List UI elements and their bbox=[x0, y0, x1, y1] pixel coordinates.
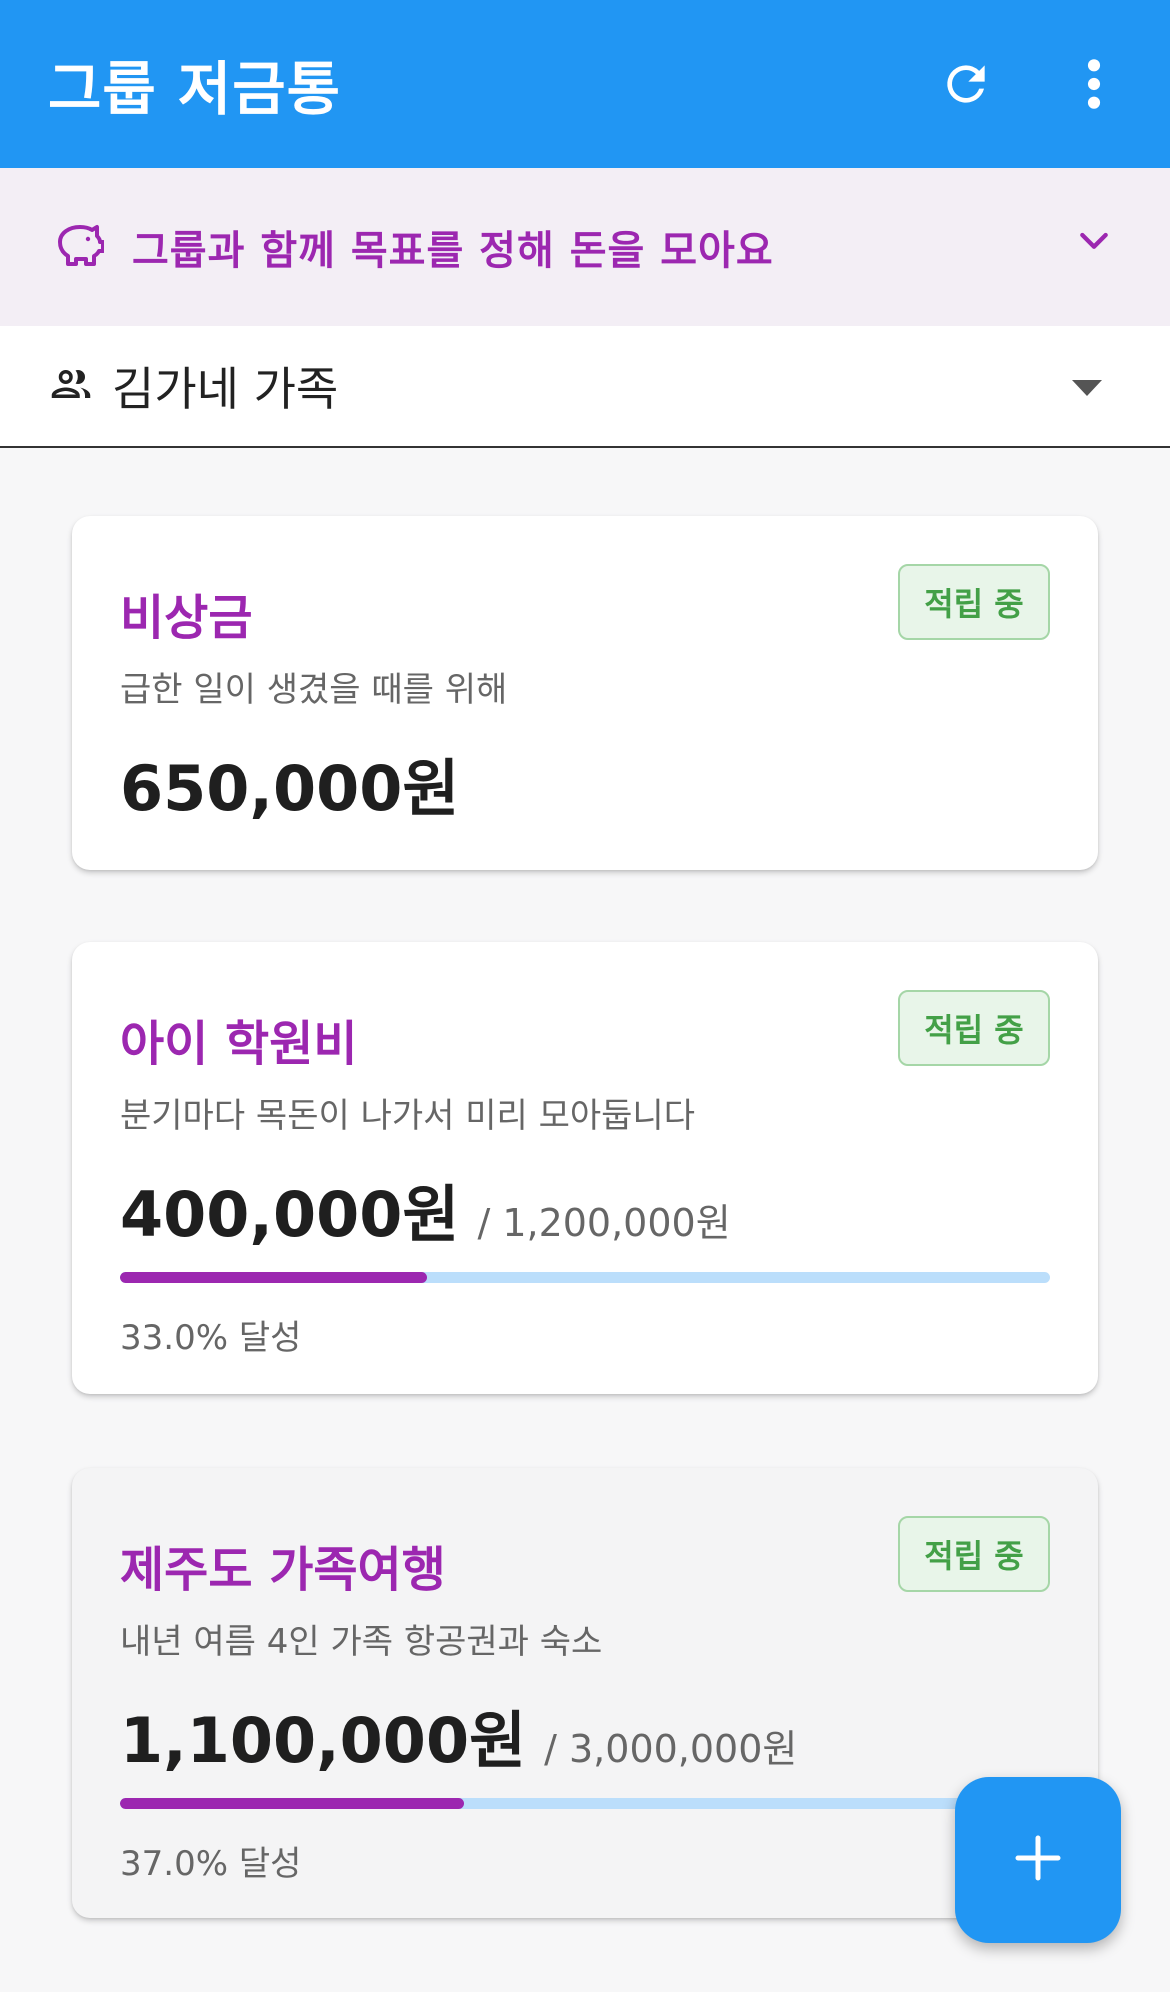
add-goal-button[interactable] bbox=[955, 1777, 1121, 1943]
group-selector[interactable]: 김가네 가족 bbox=[0, 326, 1170, 448]
goal-amount: 1,100,000원 bbox=[120, 1704, 527, 1777]
goal-card[interactable]: 제주도 가족여행 적립 중 내년 여름 4인 가족 항공권과 숙소 1,100,… bbox=[72, 1468, 1098, 1918]
progress-bar bbox=[120, 1272, 1050, 1283]
plus-icon bbox=[1014, 1834, 1062, 1886]
app-title: 그룹 저금통 bbox=[48, 55, 341, 123]
people-icon bbox=[50, 363, 92, 409]
goal-amount-row: 1,100,000원 / 3,000,000원 bbox=[120, 1690, 797, 1780]
goal-name: 비상금 bbox=[120, 590, 253, 646]
more-vert-icon[interactable] bbox=[1058, 48, 1130, 120]
progress-fill bbox=[120, 1798, 465, 1809]
refresh-icon[interactable] bbox=[930, 48, 1002, 120]
banner-text: 그룹과 함께 목표를 정해 돈을 모아요 bbox=[132, 228, 774, 274]
caret-down-icon[interactable] bbox=[1072, 380, 1102, 396]
status-badge: 적립 중 bbox=[898, 990, 1050, 1066]
progress-label: 33.0% 달성 bbox=[120, 1318, 302, 1358]
progress-label: 37.0% 달성 bbox=[120, 1844, 302, 1884]
goal-card[interactable]: 비상금 적립 중 급한 일이 생겼을 때를 위해 650,000원 bbox=[72, 516, 1098, 870]
app-bar: 그룹 저금통 bbox=[0, 0, 1170, 168]
app-bar-actions bbox=[930, 0, 1130, 168]
goal-card[interactable]: 아이 학원비 적립 중 분기마다 목돈이 나가서 미리 모아둡니다 400,00… bbox=[72, 942, 1098, 1394]
goal-description: 급한 일이 생겼을 때를 위해 bbox=[120, 670, 508, 710]
goal-target: / 3,000,000원 bbox=[544, 1727, 798, 1771]
status-badge: 적립 중 bbox=[898, 564, 1050, 640]
goal-description: 분기마다 목돈이 나가서 미리 모아둡니다 bbox=[120, 1096, 695, 1136]
progress-bar bbox=[120, 1798, 1050, 1809]
goal-name: 제주도 가족여행 bbox=[120, 1542, 446, 1598]
goal-amount: 650,000원 bbox=[120, 752, 460, 825]
goal-amount: 400,000원 bbox=[120, 1178, 460, 1251]
chevron-down-icon[interactable] bbox=[1074, 220, 1114, 264]
group-selector-value: 김가네 가족 bbox=[112, 362, 339, 416]
goal-amount-row: 400,000원 / 1,200,000원 bbox=[120, 1164, 731, 1254]
status-badge: 적립 중 bbox=[898, 1516, 1050, 1592]
progress-fill bbox=[120, 1272, 427, 1283]
goal-name: 아이 학원비 bbox=[120, 1016, 358, 1072]
goal-amount-row: 650,000원 bbox=[120, 738, 459, 828]
goal-description: 내년 여름 4인 가족 항공권과 숙소 bbox=[120, 1622, 603, 1662]
piggy-bank-icon bbox=[50, 220, 105, 274]
info-banner[interactable]: 그룹과 함께 목표를 정해 돈을 모아요 bbox=[0, 168, 1170, 326]
goal-target: / 1,200,000원 bbox=[477, 1201, 731, 1245]
